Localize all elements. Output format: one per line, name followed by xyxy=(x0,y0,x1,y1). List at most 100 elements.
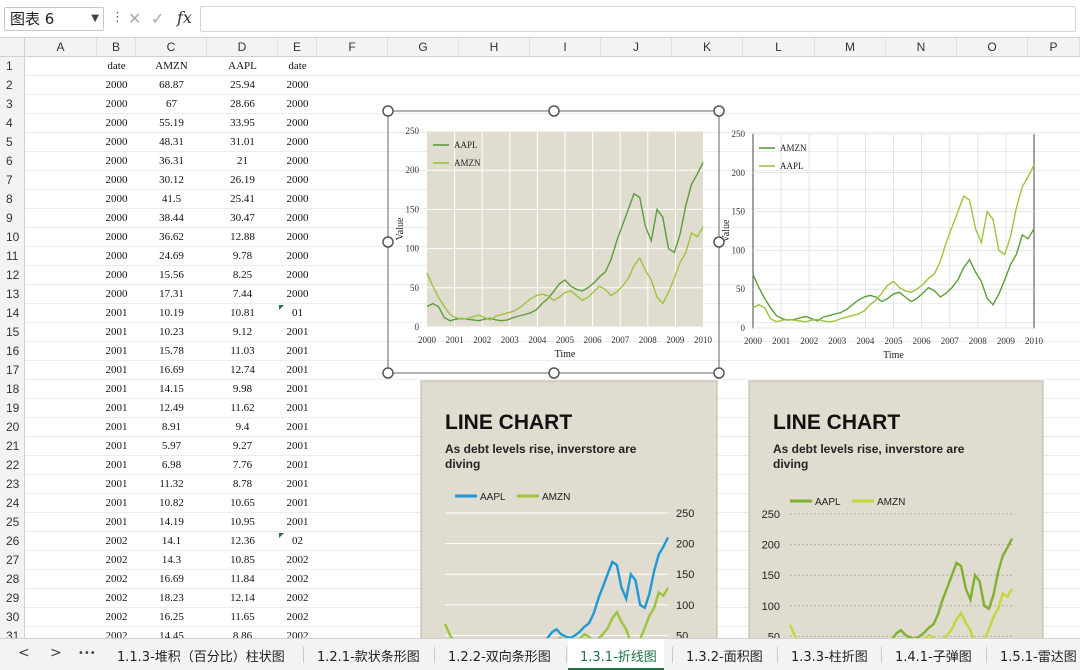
table-cell[interactable]: 12.74 xyxy=(207,361,278,380)
column-header-k[interactable]: K xyxy=(672,38,743,57)
table-cell[interactable]: 2001 xyxy=(278,437,317,456)
select-all-corner[interactable] xyxy=(0,38,25,57)
table-cell[interactable]: 7.44 xyxy=(207,285,278,304)
row-header[interactable]: 8 xyxy=(0,190,25,209)
table-cell[interactable]: 33.95 xyxy=(207,114,278,133)
table-cell[interactable]: 2001 xyxy=(97,475,136,494)
table-cell[interactable]: 12.88 xyxy=(207,228,278,247)
table-cell[interactable]: 36.31 xyxy=(136,152,207,171)
row-header[interactable]: 18 xyxy=(0,380,25,399)
table-cell[interactable]: 14.45 xyxy=(136,627,207,638)
table-cell[interactable]: 2001 xyxy=(97,418,136,437)
table-cell[interactable]: 2001 xyxy=(278,323,317,342)
table-cell[interactable]: 30.12 xyxy=(136,171,207,190)
name-box[interactable]: 图表 6 ▼ xyxy=(4,7,104,31)
table-cell[interactable]: 2001 xyxy=(97,342,136,361)
table-cell[interactable]: 9.78 xyxy=(207,247,278,266)
table-cell[interactable]: AAPL xyxy=(207,57,278,76)
table-cell[interactable]: 2002 xyxy=(278,608,317,627)
row-header[interactable]: 19 xyxy=(0,399,25,418)
table-cell[interactable]: 2000 xyxy=(278,95,317,114)
insert-function-icon[interactable]: fx xyxy=(177,8,192,27)
column-header-j[interactable]: J xyxy=(601,38,672,57)
cancel-icon[interactable]: ✕ xyxy=(128,9,141,28)
table-cell[interactable]: 2001 xyxy=(97,437,136,456)
table-cell[interactable]: 31.01 xyxy=(207,133,278,152)
table-cell[interactable]: 14.1 xyxy=(136,532,207,551)
sheet-tab[interactable]: 1.3.1-折线图 xyxy=(580,646,657,665)
row-header[interactable]: 3 xyxy=(0,95,25,114)
table-cell[interactable]: 36.62 xyxy=(136,228,207,247)
column-header-o[interactable]: O xyxy=(957,38,1028,57)
table-cell[interactable]: 11.32 xyxy=(136,475,207,494)
row-header[interactable]: 16 xyxy=(0,342,25,361)
table-cell[interactable]: 2001 xyxy=(278,494,317,513)
row-header[interactable]: 24 xyxy=(0,494,25,513)
table-cell[interactable]: 25.41 xyxy=(207,190,278,209)
table-cell[interactable]: 6.98 xyxy=(136,456,207,475)
table-cell[interactable]: 2002 xyxy=(278,627,317,638)
table-cell[interactable]: 2000 xyxy=(97,76,136,95)
column-header-l[interactable]: L xyxy=(743,38,815,57)
table-cell[interactable]: 10.65 xyxy=(207,494,278,513)
table-cell[interactable]: 2001 xyxy=(97,456,136,475)
table-cell[interactable]: 12.49 xyxy=(136,399,207,418)
error-indicator-icon[interactable] xyxy=(279,533,284,538)
table-cell[interactable]: 2000 xyxy=(97,171,136,190)
table-cell[interactable]: 10.82 xyxy=(136,494,207,513)
row-header[interactable]: 17 xyxy=(0,361,25,380)
table-cell[interactable]: 2000 xyxy=(97,228,136,247)
table-cell[interactable]: 2000 xyxy=(97,285,136,304)
table-cell[interactable]: 11.62 xyxy=(207,399,278,418)
table-cell[interactable]: 38.44 xyxy=(136,209,207,228)
table-cell[interactable]: 2001 xyxy=(97,399,136,418)
column-header-f[interactable]: F xyxy=(317,38,388,57)
table-cell[interactable]: 15.56 xyxy=(136,266,207,285)
table-cell[interactable]: 8.78 xyxy=(207,475,278,494)
table-cell[interactable]: 17.31 xyxy=(136,285,207,304)
table-cell[interactable]: 68.87 xyxy=(136,76,207,95)
more-tabs-icon[interactable]: ••• xyxy=(78,648,96,659)
table-cell[interactable]: 2002 xyxy=(97,532,136,551)
table-cell[interactable]: 2002 xyxy=(97,608,136,627)
column-header-a[interactable]: A xyxy=(25,38,97,57)
table-cell[interactable]: 21 xyxy=(207,152,278,171)
table-cell[interactable]: 2001 xyxy=(278,418,317,437)
table-cell[interactable]: 11.03 xyxy=(207,342,278,361)
table-cell[interactable]: 2001 xyxy=(278,456,317,475)
row-header[interactable]: 31 xyxy=(0,627,25,638)
table-cell[interactable]: 26.19 xyxy=(207,171,278,190)
sheet-tab[interactable]: 1.2.2-双向条形图 xyxy=(448,646,551,665)
table-cell[interactable]: 15.78 xyxy=(136,342,207,361)
row-header[interactable]: 13 xyxy=(0,285,25,304)
table-cell[interactable]: 14.19 xyxy=(136,513,207,532)
table-cell[interactable]: 2000 xyxy=(278,114,317,133)
sheet-tab[interactable]: 1.3.3-柱折图 xyxy=(791,646,868,665)
table-cell[interactable]: 48.31 xyxy=(136,133,207,152)
table-cell[interactable]: 2000 xyxy=(97,114,136,133)
table-cell[interactable]: 7.76 xyxy=(207,456,278,475)
table-cell[interactable]: 2000 xyxy=(97,247,136,266)
table-cell[interactable]: 2000 xyxy=(278,228,317,247)
row-header[interactable]: 28 xyxy=(0,570,25,589)
tab-next-icon[interactable]: > xyxy=(50,645,62,661)
table-cell[interactable]: 24.69 xyxy=(136,247,207,266)
table-cell[interactable]: 2000 xyxy=(278,190,317,209)
row-header[interactable]: 1 xyxy=(0,57,25,76)
table-cell[interactable]: 2001 xyxy=(97,513,136,532)
row-header[interactable]: 20 xyxy=(0,418,25,437)
table-cell[interactable]: 16.25 xyxy=(136,608,207,627)
row-header[interactable]: 23 xyxy=(0,475,25,494)
column-header-h[interactable]: H xyxy=(459,38,530,57)
table-cell[interactable]: 67 xyxy=(136,95,207,114)
table-cell[interactable]: 18.23 xyxy=(136,589,207,608)
table-cell[interactable]: 10.19 xyxy=(136,304,207,323)
sheet-tab[interactable]: 1.5.1-雷达图 xyxy=(1000,646,1077,665)
table-cell[interactable]: 2000 xyxy=(97,95,136,114)
row-header[interactable]: 25 xyxy=(0,513,25,532)
row-header[interactable]: 21 xyxy=(0,437,25,456)
sheet-tab[interactable]: 1.2.1-款状条形图 xyxy=(317,646,420,665)
table-cell[interactable]: 2002 xyxy=(278,551,317,570)
error-indicator-icon[interactable] xyxy=(279,305,284,310)
table-cell[interactable]: 2001 xyxy=(97,494,136,513)
